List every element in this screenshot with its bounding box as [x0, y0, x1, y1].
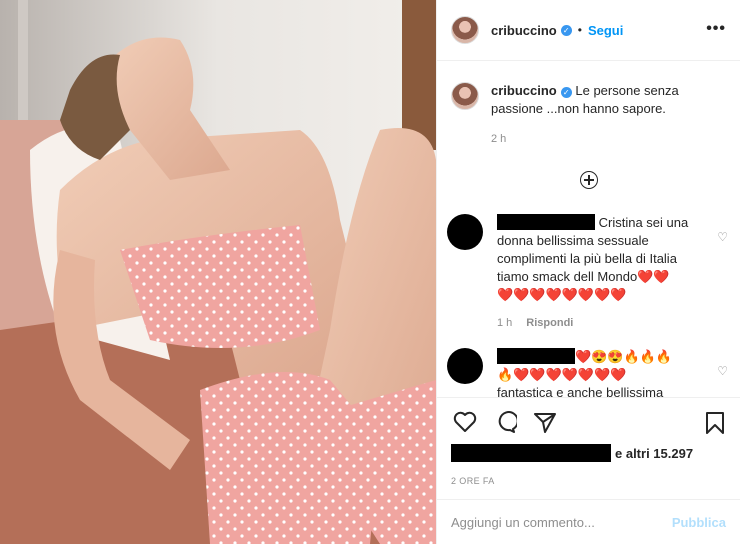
redacted-liker — [451, 444, 611, 462]
caption-username[interactable]: cribuccino — [491, 83, 557, 98]
photo-illustration — [0, 0, 436, 544]
comment-hearts: ❤️❤️❤️❤️❤️❤️❤️❤️ — [497, 287, 627, 302]
more-icon[interactable]: ••• — [706, 20, 726, 38]
add-comment-bar: Aggiungi un commento... Pubblica — [437, 499, 740, 544]
bookmark-icon[interactable] — [704, 411, 726, 435]
post-photo[interactable] — [0, 0, 436, 544]
comment-emoji-line2: 🔥❤️❤️❤️❤️❤️❤️❤️ — [497, 367, 627, 382]
verified-icon: ✓ — [560, 87, 572, 98]
likes-count[interactable]: e altri 15.297 — [615, 446, 693, 461]
comment-icon[interactable] — [493, 411, 517, 433]
post-side-panel: cribuccino ✓ • Segui ••• cribuccino ✓ Le … — [436, 0, 740, 544]
redacted-username — [497, 214, 595, 230]
post-header: cribuccino ✓ • Segui ••• — [437, 0, 740, 61]
share-icon[interactable] — [533, 411, 557, 433]
comment-like-icon[interactable]: ♡ — [717, 230, 728, 244]
action-bar — [437, 397, 740, 448]
username-link[interactable]: cribuccino — [491, 23, 557, 38]
post-timestamp[interactable]: 2 ORE FA — [451, 476, 495, 486]
avatar[interactable] — [451, 16, 479, 44]
redacted-avatar — [447, 214, 483, 250]
caption: cribuccino ✓ Le persone senza passione ..… — [451, 82, 726, 148]
comment-emoji: ❤️❤️ — [637, 269, 670, 284]
redacted-avatar — [447, 348, 483, 384]
caption-time: 2 h — [491, 133, 507, 145]
likes-line[interactable]: e altri 15.297 — [451, 444, 726, 462]
comment-item: Cristina sei una donna bellissima sessua… — [447, 214, 726, 332]
add-icon[interactable] — [580, 171, 598, 189]
comment-emoji: ❤️😍😍🔥🔥🔥 — [575, 349, 673, 364]
separator-dot: • — [577, 23, 582, 37]
follow-button[interactable]: Segui — [588, 23, 623, 38]
verified-icon: ✓ — [560, 24, 572, 36]
caption-avatar[interactable] — [451, 82, 479, 110]
publish-button[interactable]: Pubblica — [672, 515, 726, 530]
redacted-username — [497, 348, 575, 364]
comment-like-icon[interactable]: ♡ — [717, 364, 728, 378]
comment-time: 1 h — [497, 317, 513, 329]
comment-scroll-clip: ❤️😍😍🔥🔥🔥 🔥❤️❤️❤️❤️❤️❤️❤️ fantastica e anc… — [437, 340, 740, 398]
comment-input[interactable]: Aggiungi un commento... — [451, 515, 672, 530]
comment-item: ❤️😍😍🔥🔥🔥 🔥❤️❤️❤️❤️❤️❤️❤️ fantastica e anc… — [447, 348, 726, 398]
reply-button[interactable]: Rispondi — [526, 317, 573, 329]
heart-icon[interactable] — [453, 411, 477, 433]
